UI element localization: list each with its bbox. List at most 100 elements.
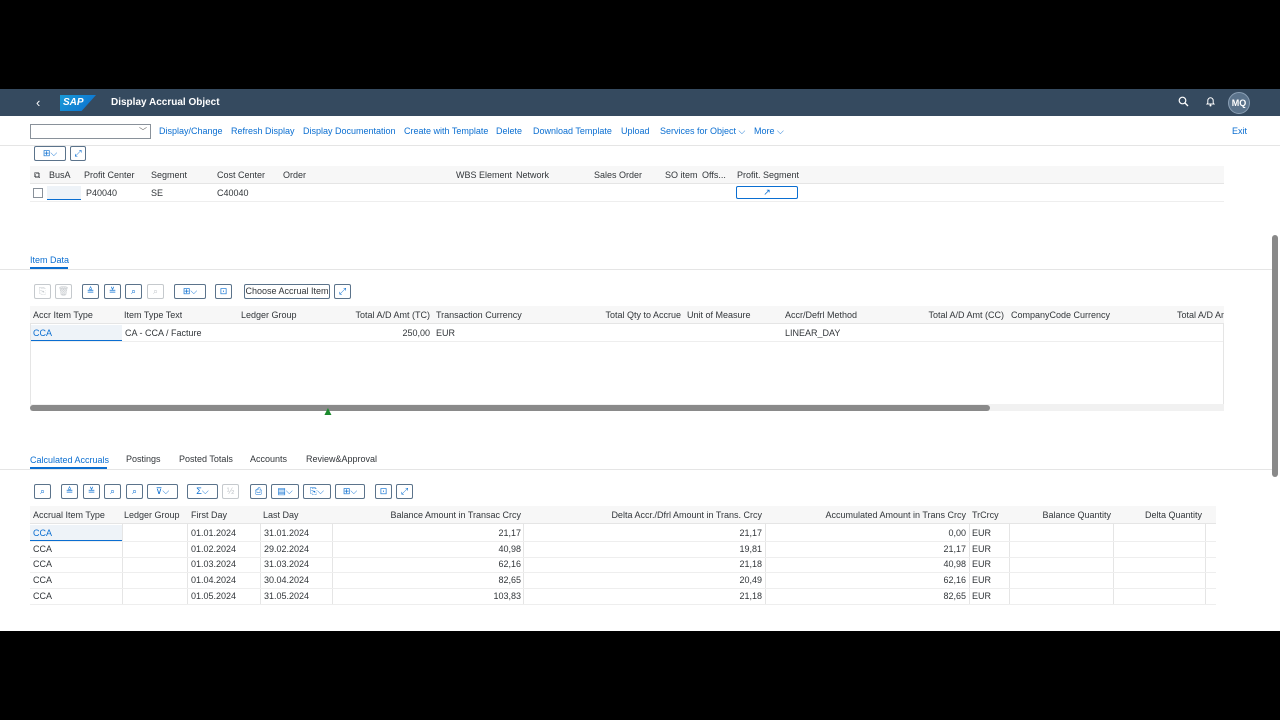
mouse-cursor-icon: ▲ <box>322 404 334 418</box>
row-divider <box>30 341 1224 342</box>
filter-menu-icon[interactable]: ⊽⌵ <box>147 484 178 499</box>
tab-item-data[interactable]: Item Data <box>30 255 69 265</box>
subtotal-icon[interactable]: ½ <box>222 484 239 499</box>
col-companycode-currency: CompanyCode Currency <box>1011 310 1111 320</box>
col-item-type-text: Item Type Text <box>124 310 183 320</box>
sum-menu-icon[interactable]: Σ⌵ <box>187 484 218 499</box>
transaction-currency-value: EUR <box>436 328 456 338</box>
select-all-icon[interactable]: ⧉ <box>34 170 40 181</box>
more-menu[interactable]: More ⌵ <box>754 126 784 137</box>
avatar[interactable]: MQ <box>1228 92 1250 114</box>
expand-icon: ⤢ <box>74 148 82 158</box>
export-menu-icon[interactable]: ⎘⌵ <box>303 484 331 499</box>
details-icon[interactable]: ⊡ <box>215 284 232 299</box>
col-total-ad-am: Total A/D Am <box>1177 310 1224 320</box>
profit-center-value: P40040 <box>86 188 118 198</box>
delta-amount-value: 19,81 <box>739 544 762 554</box>
upload-button[interactable]: Upload <box>621 126 650 136</box>
accrual-item-type-value[interactable]: CCA <box>33 528 118 538</box>
col-balance-quantity: Balance Quantity <box>1042 510 1111 520</box>
delete-button[interactable]: Delete <box>496 126 522 136</box>
sort-ascending-icon[interactable]: ≜ <box>82 284 99 299</box>
back-icon[interactable]: ‹ <box>36 95 40 110</box>
accumulated-amount-value: 40,98 <box>943 559 966 569</box>
balance-amount-value: 21,17 <box>498 528 521 538</box>
first-day-value: 01.01.2024 <box>191 528 237 538</box>
column-divider <box>1113 524 1114 604</box>
tab-posted-totals[interactable]: Posted Totals <box>179 454 233 464</box>
layout-menu-icon[interactable]: ⊞⌵ <box>174 284 206 299</box>
exit-button[interactable]: Exit <box>1232 126 1247 136</box>
choose-accrual-item-button[interactable]: Choose Accrual Item <box>244 284 330 299</box>
view-menu-icon[interactable]: ▤⌵ <box>271 484 299 499</box>
find-next-icon[interactable]: ⌕ <box>147 284 164 299</box>
col-offset: Offs... <box>702 170 726 180</box>
tab-divider <box>0 469 1272 470</box>
col-wbs-element: WBS Element <box>456 170 513 180</box>
delta-amount-value: 21,17 <box>739 528 762 538</box>
find-next-icon[interactable]: ⌕ <box>126 484 143 499</box>
sort-descending-icon[interactable]: ≚ <box>83 484 100 499</box>
col-accr-item-type: Accr Item Type <box>33 310 93 320</box>
profit-segment-button[interactable]: ↗ <box>736 186 798 199</box>
variant-select[interactable]: ﹀ <box>30 124 151 139</box>
expand-icon[interactable]: ⤢ <box>396 484 413 499</box>
accrual-item-type-value[interactable]: CCA <box>33 591 118 601</box>
trcrcy-value: EUR <box>972 575 992 585</box>
services-label: Services for Object <box>660 126 737 136</box>
download-template-button[interactable]: Download Template <box>533 126 612 136</box>
row-checkbox[interactable] <box>33 188 43 198</box>
zoom-icon[interactable]: ⌕ <box>34 484 51 499</box>
tab-review-approval[interactable]: Review&Approval <box>306 454 377 464</box>
sap-logo[interactable]: SAP <box>60 95 96 111</box>
col-accumulated-amount: Accumulated Amount in Trans Crcy <box>825 510 966 520</box>
accrual-item-type-value[interactable]: CCA <box>33 544 118 554</box>
search-icon[interactable] <box>1178 96 1189 110</box>
expand-icon[interactable]: ⤢ <box>334 284 351 299</box>
last-day-value: 31.05.2024 <box>264 591 310 601</box>
sort-descending-icon[interactable]: ≚ <box>104 284 121 299</box>
horizontal-scrollbar-thumb[interactable] <box>30 405 990 411</box>
row-divider <box>30 588 1216 589</box>
tab-accounts[interactable]: Accounts <box>250 454 287 464</box>
table-settings-button[interactable]: ⊞⌵ <box>34 146 66 161</box>
cost-center-value: C40040 <box>217 188 249 198</box>
col-delta-amount: Delta Accr./Dfrl Amount in Trans. Crcy <box>611 510 762 520</box>
sort-ascending-icon[interactable]: ≜ <box>61 484 78 499</box>
total-ad-amt-value: 250,00 <box>402 328 430 338</box>
layout-menu-icon[interactable]: ⊞⌵ <box>335 484 365 499</box>
tab-calculated-accruals[interactable]: Calculated Accruals <box>30 455 109 465</box>
accrual-item-type-value[interactable]: CCA <box>33 559 118 569</box>
action-toolbar: ﹀ Display/Change Refresh Display Display… <box>0 116 1280 146</box>
accumulated-amount-value: 62,16 <box>943 575 966 585</box>
fullscreen-button[interactable]: ⤢ <box>70 146 86 161</box>
display-change-button[interactable]: Display/Change <box>159 126 223 136</box>
trash-icon[interactable]: 🗑 <box>55 284 72 299</box>
details-icon[interactable]: ⊡ <box>375 484 392 499</box>
display-documentation-button[interactable]: Display Documentation <box>303 126 396 136</box>
accrual-item-type-value[interactable]: CCA <box>33 575 118 585</box>
tab-postings[interactable]: Postings <box>126 454 161 464</box>
busa-input[interactable] <box>47 186 81 200</box>
segment-value: SE <box>151 188 164 198</box>
table-border <box>1223 324 1224 404</box>
col-accr-method: Accr/Defrl Method <box>785 310 858 320</box>
column-divider <box>969 524 970 604</box>
accumulated-amount-value: 0,00 <box>948 528 966 538</box>
col-delta-quantity: Delta Quantity <box>1144 510 1202 520</box>
find-icon[interactable]: ⌕ <box>125 284 142 299</box>
find-icon[interactable]: ⌕ <box>104 484 121 499</box>
column-divider <box>765 524 766 604</box>
refresh-display-button[interactable]: Refresh Display <box>231 126 295 136</box>
first-day-value: 01.04.2024 <box>191 575 237 585</box>
trcrcy-value: EUR <box>972 591 992 601</box>
accr-item-type-value[interactable]: CCA <box>33 328 52 338</box>
vertical-scrollbar-thumb[interactable] <box>1272 235 1278 477</box>
copy-icon[interactable]: ⎘ <box>34 284 51 299</box>
accumulated-amount-value: 82,65 <box>943 591 966 601</box>
print-icon[interactable]: ⎙ <box>250 484 267 499</box>
services-for-object-menu[interactable]: Services for Object ⌵ <box>660 126 745 137</box>
create-with-template-button[interactable]: Create with Template <box>404 126 488 136</box>
balance-amount-value: 62,16 <box>498 559 521 569</box>
bell-icon[interactable] <box>1205 96 1216 110</box>
